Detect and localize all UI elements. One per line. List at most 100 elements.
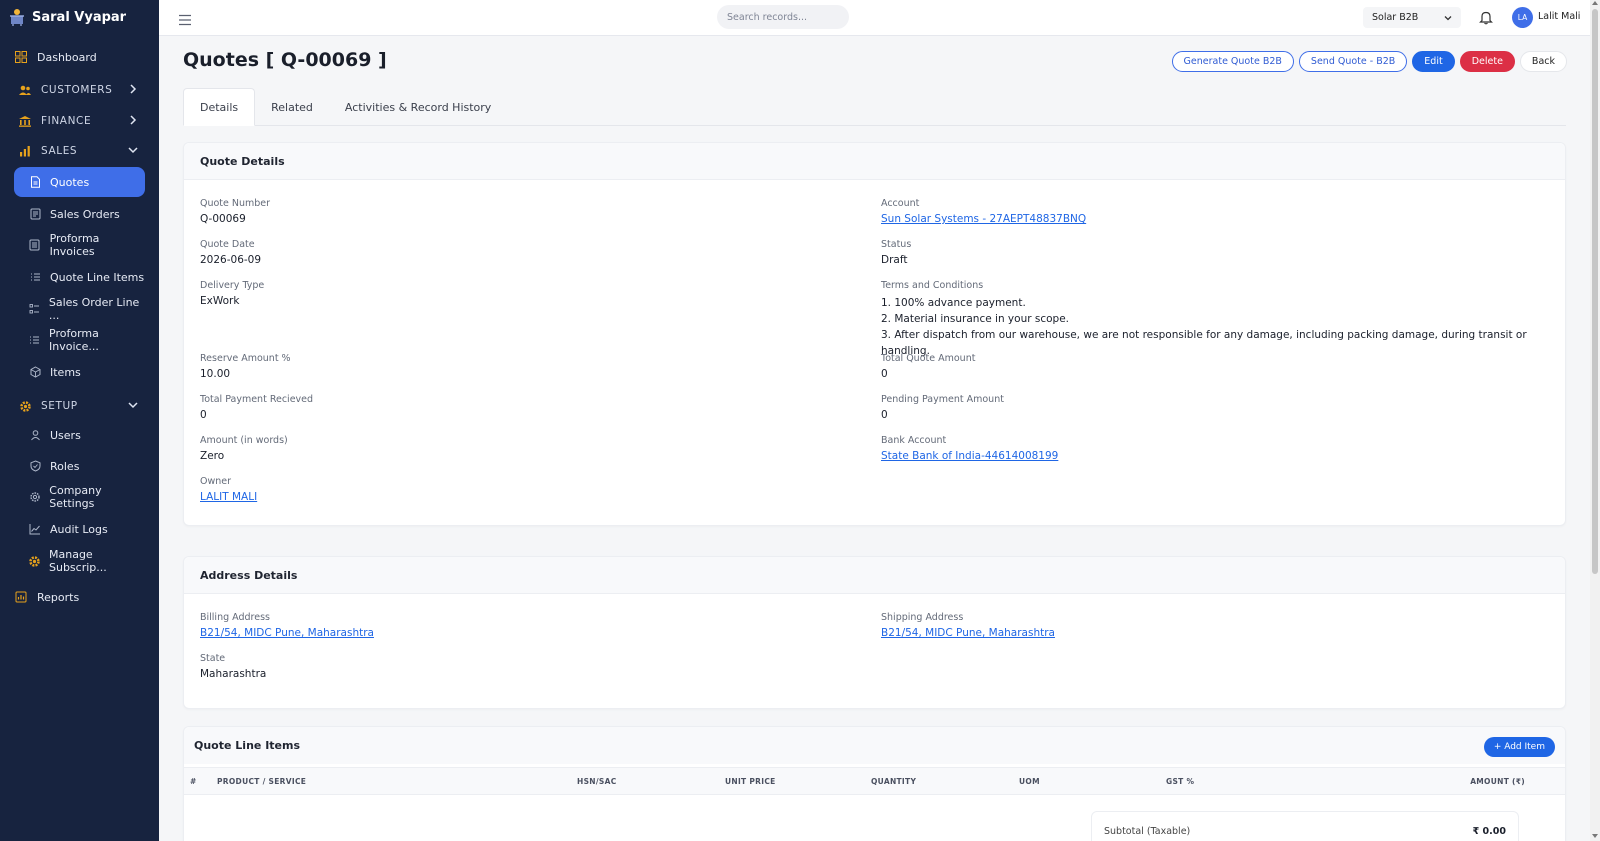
sidebar-item-users[interactable]: Users: [14, 420, 145, 450]
line-chart-icon: [28, 522, 42, 536]
card-title: Quote Line Items: [184, 727, 1565, 764]
sidebar: Saral Vyapar Dashboard CUSTOMERS FINANCE…: [0, 0, 159, 841]
nav-finance[interactable]: FINANCE: [18, 106, 145, 136]
shield-icon: [28, 459, 42, 473]
tab-bar: Details Related Activities & Record Hist…: [183, 88, 1566, 126]
nav-label: Proforma Invoices: [49, 232, 100, 258]
action-bar: Generate Quote B2B Send Quote - B2B Edit…: [1171, 51, 1567, 72]
field-label: Quote Number: [200, 198, 271, 209]
field-value: Maharashtra: [200, 668, 267, 680]
terms-line: 3. After dispatch from our warehouse, we…: [881, 329, 1527, 357]
field-quote-number: Quote Number Q-00069: [200, 198, 270, 225]
sidebar-item-company-settings[interactable]: Company Settings: [14, 482, 145, 512]
field-value: Draft: [881, 254, 908, 266]
edit-button[interactable]: Edit: [1412, 51, 1455, 72]
invoice-icon: [28, 238, 42, 252]
field-label: Total Payment Recieved: [200, 394, 314, 405]
sidebar-item-proforma-invoices[interactable]: Proforma Invoices: [14, 230, 145, 260]
sidebar-item-quote-line-items[interactable]: Quote Line Items: [14, 262, 145, 292]
subtotal-box: Subtotal (Taxable) ₹ 0.00: [1091, 811, 1519, 841]
field-label: State: [200, 653, 226, 664]
sidebar-item-items[interactable]: Items: [14, 357, 145, 387]
nav-setup[interactable]: SETUP: [18, 391, 145, 421]
nav-reports[interactable]: Reports: [14, 582, 145, 612]
send-quote-button[interactable]: Send Quote - B2B: [1298, 51, 1408, 72]
tab-related[interactable]: Related: [255, 88, 329, 126]
users-group-icon: [18, 83, 32, 97]
add-item-button[interactable]: + Add Item: [1483, 737, 1555, 757]
scroll-down-icon[interactable]: [1592, 834, 1598, 838]
nav-label: CUSTOMERS: [41, 84, 113, 96]
owner-link[interactable]: LALIT MALI: [200, 491, 257, 503]
field-label: Billing Address: [200, 612, 270, 623]
sidebar-item-manage-subscription[interactable]: Manage Subscrip...: [14, 546, 145, 576]
generate-quote-button[interactable]: Generate Quote B2B: [1171, 51, 1294, 72]
sidebar-item-quotes[interactable]: Quotes: [14, 167, 145, 197]
user-name[interactable]: Lalit Mali: [1538, 11, 1580, 22]
sidebar-item-roles[interactable]: Roles: [14, 451, 145, 481]
field-bank-account: Bank Account State Bank of India-4461400…: [881, 435, 1058, 462]
nav-customers[interactable]: CUSTOMERS: [18, 75, 145, 105]
field-label: Status: [881, 239, 912, 250]
tab-activities[interactable]: Activities & Record History: [329, 88, 507, 126]
page-scrollbar[interactable]: [1590, 0, 1600, 841]
sidebar-item-sales-orders[interactable]: Sales Orders: [14, 199, 145, 229]
logo-icon: [8, 7, 26, 27]
field-label: Amount (in words): [200, 435, 288, 446]
field-value: 0: [881, 409, 888, 421]
brand[interactable]: Saral Vyapar: [8, 7, 126, 27]
scroll-up-icon[interactable]: [1592, 1, 1598, 5]
field-delivery-type: Delivery Type ExWork: [200, 280, 264, 307]
bell-icon[interactable]: [1479, 10, 1493, 25]
field-value: ExWork: [200, 295, 240, 307]
account-link[interactable]: Sun Solar Systems - 27AEPT48837BNQ: [881, 213, 1086, 225]
nav-label: Audit Logs: [50, 522, 108, 536]
org-select-value: Solar B2B: [1372, 12, 1419, 23]
avatar[interactable]: LA: [1512, 7, 1533, 28]
field-pending-payment: Pending Payment Amount 0: [881, 394, 1004, 421]
report-icon: [14, 590, 28, 604]
org-select[interactable]: Solar B2B: [1363, 7, 1461, 28]
sidebar-item-proforma-invoice-items[interactable]: Proforma Invoice...: [14, 325, 145, 355]
receipt-icon: [28, 207, 42, 221]
field-label: Pending Payment Amount: [881, 394, 1004, 405]
chevron-down-icon: [127, 399, 139, 411]
field-value: 0: [200, 409, 207, 421]
delete-button[interactable]: Delete: [1459, 51, 1515, 72]
page-title: Quotes [ Q-00069 ]: [183, 49, 387, 71]
nav-label: Users: [50, 428, 81, 442]
billing-address-link[interactable]: B21/54, MIDC Pune, Maharashtra: [200, 627, 374, 639]
nav-sales[interactable]: SALES: [18, 136, 145, 166]
box-icon: [28, 365, 42, 379]
field-value: 0: [881, 368, 888, 380]
shipping-address-link[interactable]: B21/54, MIDC Pune, Maharashtra: [881, 627, 1055, 639]
field-total-quote: Total Quote Amount 0: [881, 353, 975, 380]
document-icon: [28, 175, 42, 189]
chevron-down-icon: [127, 144, 139, 156]
back-button[interactable]: Back: [1519, 51, 1567, 72]
nav-label: Roles: [50, 459, 80, 473]
field-value: 2026-06-09: [200, 254, 262, 266]
bank-account-link[interactable]: State Bank of India-44614008199: [881, 450, 1058, 462]
topbar: Solar B2B LA Lalit Mali: [159, 0, 1600, 36]
search-input[interactable]: [717, 5, 849, 29]
scrollbar-thumb[interactable]: [1592, 9, 1598, 574]
tab-details[interactable]: Details: [183, 88, 256, 126]
column-header: HSN/SAC: [577, 777, 617, 786]
nav-label: Sales Order Line ...: [48, 296, 140, 322]
subtotal-value: ₹ 0.00: [1472, 826, 1506, 837]
sidebar-item-sales-order-line-items[interactable]: Sales Order Line ...: [14, 294, 145, 324]
menu-icon[interactable]: [178, 11, 192, 26]
field-label: Total Quote Amount: [881, 353, 976, 364]
subtotal-label: Subtotal (Taxable): [1104, 826, 1191, 837]
nav-label: SALES: [41, 145, 78, 157]
field-label: Quote Date: [200, 239, 255, 250]
nav-label: Company Settings: [49, 484, 102, 510]
list-icon: [28, 333, 41, 347]
field-shipping-address: Shipping Address B21/54, MIDC Pune, Maha…: [881, 612, 1055, 639]
gear-icon: [18, 399, 32, 413]
sidebar-item-audit-logs[interactable]: Audit Logs: [14, 514, 145, 544]
field-value: Zero: [200, 450, 225, 462]
field-label: Account: [881, 198, 920, 209]
nav-dashboard[interactable]: Dashboard: [14, 42, 145, 72]
